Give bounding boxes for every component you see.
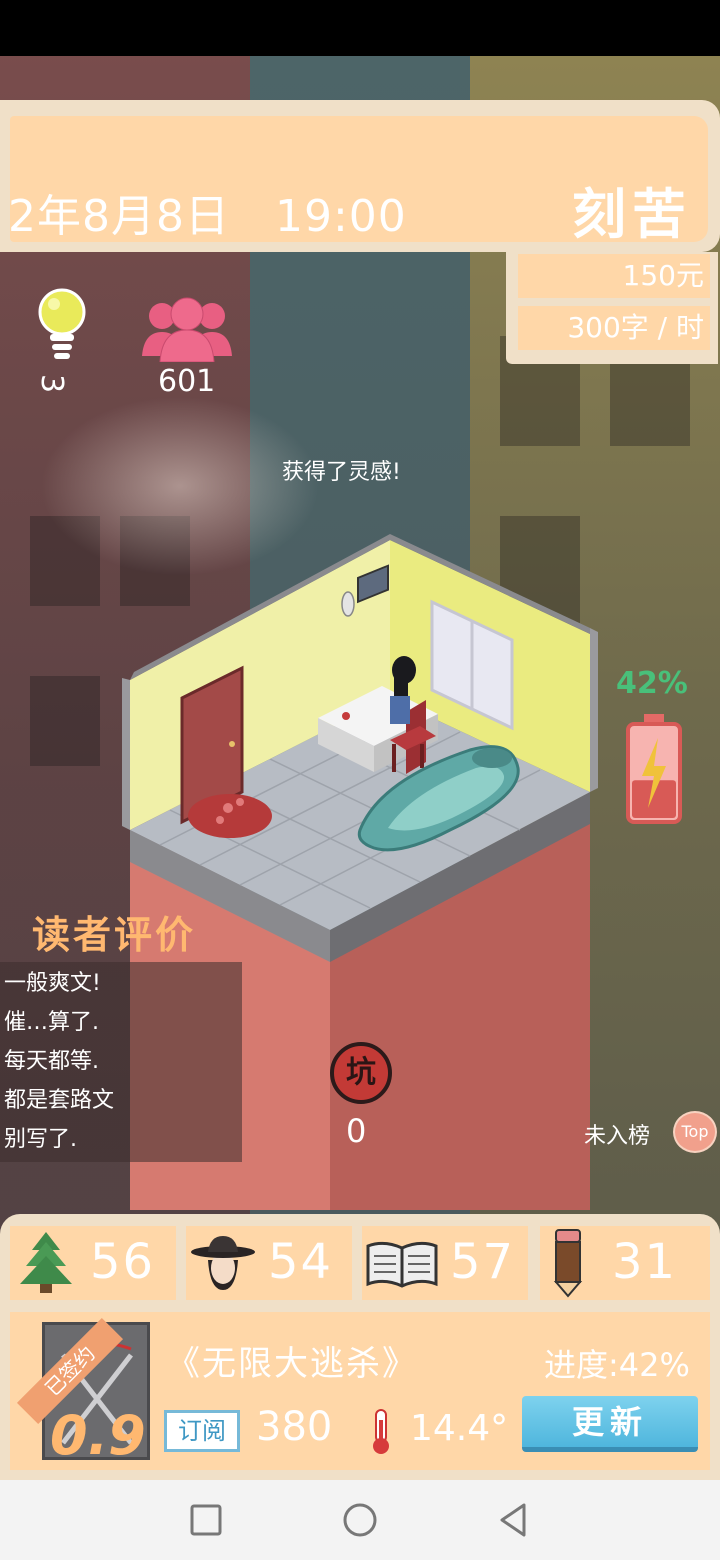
book-rating: 0.9 xyxy=(50,1404,146,1467)
status-bar xyxy=(0,0,720,56)
tree-icon xyxy=(20,1232,72,1293)
subscription-count: 380 xyxy=(256,1404,333,1450)
battery-icon xyxy=(626,714,682,824)
writing-speed-display: 300字 / 时 xyxy=(518,306,710,350)
attribute-value-hat: 54 xyxy=(268,1234,334,1290)
money-display: 150元 xyxy=(518,254,710,298)
review-line: 一般爽文! xyxy=(4,971,101,996)
hat-avatar-icon xyxy=(191,1236,255,1290)
update-button[interactable]: 更新 xyxy=(522,1396,698,1452)
review-line: 每天都等. xyxy=(4,1049,99,1074)
book-title: 《无限大逃杀》 xyxy=(166,1344,418,1384)
battery-percent: 42% xyxy=(616,666,688,701)
review-line: 别写了. xyxy=(4,1127,77,1152)
reviews-title: 读者评价 xyxy=(32,913,197,957)
top-ranking-button[interactable]: Top xyxy=(673,1111,717,1153)
back-icon[interactable] xyxy=(494,1500,534,1540)
pit-icon[interactable]: 坑 xyxy=(330,1042,392,1104)
thermometer-icon xyxy=(373,1409,389,1454)
review-line: 都是套路文 xyxy=(4,1088,115,1113)
pencil-icon xyxy=(553,1229,583,1298)
home-icon[interactable] xyxy=(340,1500,380,1540)
book-icon xyxy=(366,1241,438,1288)
time: 19:00 xyxy=(274,191,407,242)
attribute-value-book: 57 xyxy=(450,1234,516,1290)
reviews-panel: 一般爽文! 催…算了. 每天都等. 都是套路文 别写了. xyxy=(0,962,242,1162)
heat-value: 14.4° xyxy=(410,1408,509,1449)
attribute-value-pencil: 31 xyxy=(612,1234,678,1290)
lightbulb-icon[interactable] xyxy=(36,286,88,376)
pit-count: 0 xyxy=(346,1112,367,1150)
date-time: 2年8月8日 19:00 xyxy=(8,180,407,244)
book-progress: 进度:42% xyxy=(544,1346,690,1384)
ranking-status: 未入榜 xyxy=(584,1124,651,1149)
inspiration-notification: 获得了灵感! xyxy=(282,460,401,485)
date: 2年8月8日 xyxy=(8,191,230,242)
fans-count: 601 xyxy=(158,364,216,399)
fans-icon[interactable] xyxy=(140,296,234,362)
recent-apps-icon[interactable] xyxy=(186,1500,226,1540)
mood-status: 刻苦 xyxy=(572,183,692,246)
subscription-badge: 订阅 xyxy=(164,1410,240,1452)
inspiration-count: 3 xyxy=(34,373,70,394)
attribute-value-tree: 56 xyxy=(90,1234,156,1290)
review-line: 催…算了. xyxy=(4,1010,99,1035)
